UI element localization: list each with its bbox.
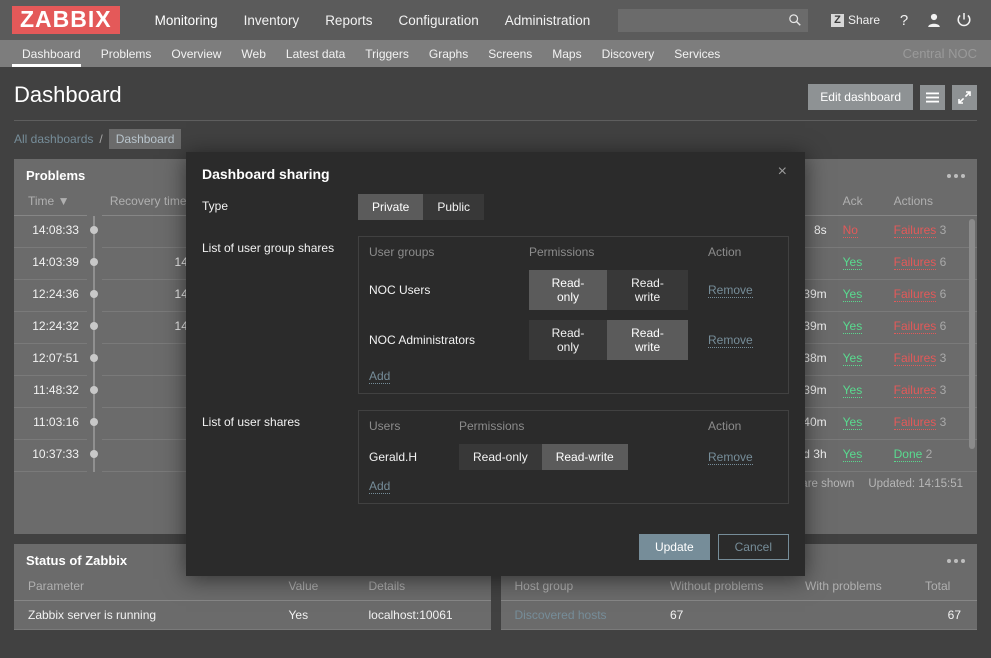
column-user-action: Action [708,419,742,433]
permission-option-read-write[interactable]: Read-write [606,320,688,360]
user-group-shares-table-wrap: User groups Permissions Action NOC Users [358,236,789,394]
column-group-action: Action [708,245,742,259]
user-group-shares-table: User groups Permissions Action NOC Users [359,237,788,393]
permission-option-read-write[interactable]: Read-write [606,270,688,310]
table-row: Gerald.H Read-only Read-write Remove [359,439,788,475]
cell-user-name: Gerald.H [369,450,418,464]
user-group-shares-body: NOC Users Read-only Read-write Remove NO… [359,265,788,393]
add-user-share-row: Add [359,475,788,503]
dashboard-sharing-dialog: Dashboard sharing × Type Private Public … [186,152,805,576]
column-user-permissions: Permissions [459,419,525,433]
type-label: Type [202,199,229,213]
user-shares-header-row: Users Permissions Action [359,411,788,439]
user-shares-control: Users Permissions Action Gerald.H Read-o [358,410,789,504]
remove-group-share-link[interactable]: Remove [708,333,753,348]
table-row: NOC Users Read-only Read-write Remove [359,265,788,315]
user-group-shares-row: List of user group shares User groups Pe… [202,236,789,394]
type-field-row: Type Private Public [202,194,789,220]
column-user-groups: User groups [369,245,435,259]
modal-title: Dashboard sharing [202,166,330,182]
user-group-header-row: User groups Permissions Action [359,237,788,265]
user-shares-table: Users Permissions Action Gerald.H Read-o [359,411,788,503]
type-option-private[interactable]: Private [358,194,424,220]
close-icon[interactable]: × [776,164,789,180]
cell-user-permissions: Read-only Read-write [449,439,698,475]
cell-group-permissions: Read-only Read-write [519,265,698,315]
permission-option-read-write[interactable]: Read-write [541,444,628,470]
modal-body: Type Private Public List of user group s… [186,188,805,524]
remove-group-share-link[interactable]: Remove [708,283,753,298]
user-shares-body: Gerald.H Read-only Read-write Remove Add [359,439,788,503]
user-shares-table-wrap: Users Permissions Action Gerald.H Read-o [358,410,789,504]
remove-user-share-link[interactable]: Remove [708,450,753,465]
user-shares-label: List of user shares [202,415,301,429]
cancel-button[interactable]: Cancel [717,534,789,560]
user-group-shares-label: List of user group shares [202,241,335,255]
update-button[interactable]: Update [638,534,710,560]
permission-option-read-only[interactable]: Read-only [529,270,607,310]
user-shares-row: List of user shares Users Permissions Ac… [202,410,789,504]
column-group-permissions: Permissions [529,245,595,259]
type-option-public[interactable]: Public [423,194,485,220]
cell-group-action: Remove [698,265,788,315]
permission-option-read-only[interactable]: Read-only [529,320,607,360]
cell-group-name: NOC Administrators [369,333,476,347]
cell-add-group: Add [359,365,788,393]
type-control: Private Public [358,194,789,220]
column-users: Users [369,419,401,433]
cell-user-action: Remove [698,439,788,475]
user-group-shares-control: User groups Permissions Action NOC Users [358,236,789,394]
cell-group-action: Remove [698,315,788,365]
cell-group-name: NOC Users [369,283,431,297]
group-permission-segmented-control: Read-only Read-write [529,270,688,310]
add-group-share-row: Add [359,365,788,393]
add-user-share-link[interactable]: Add [369,479,391,494]
permission-option-read-only[interactable]: Read-only [459,444,542,470]
cell-add-user: Add [359,475,788,503]
modal-header: Dashboard sharing × [186,152,805,188]
group-permission-segmented-control: Read-only Read-write [529,320,688,360]
cell-group-permissions: Read-only Read-write [519,315,698,365]
user-permission-segmented-control: Read-only Read-write [459,444,628,470]
add-user-group-share-link[interactable]: Add [369,369,391,384]
type-segmented-control: Private Public [358,194,485,220]
modal-footer: Update Cancel [186,524,805,576]
table-row: NOC Administrators Read-only Read-write … [359,315,788,365]
